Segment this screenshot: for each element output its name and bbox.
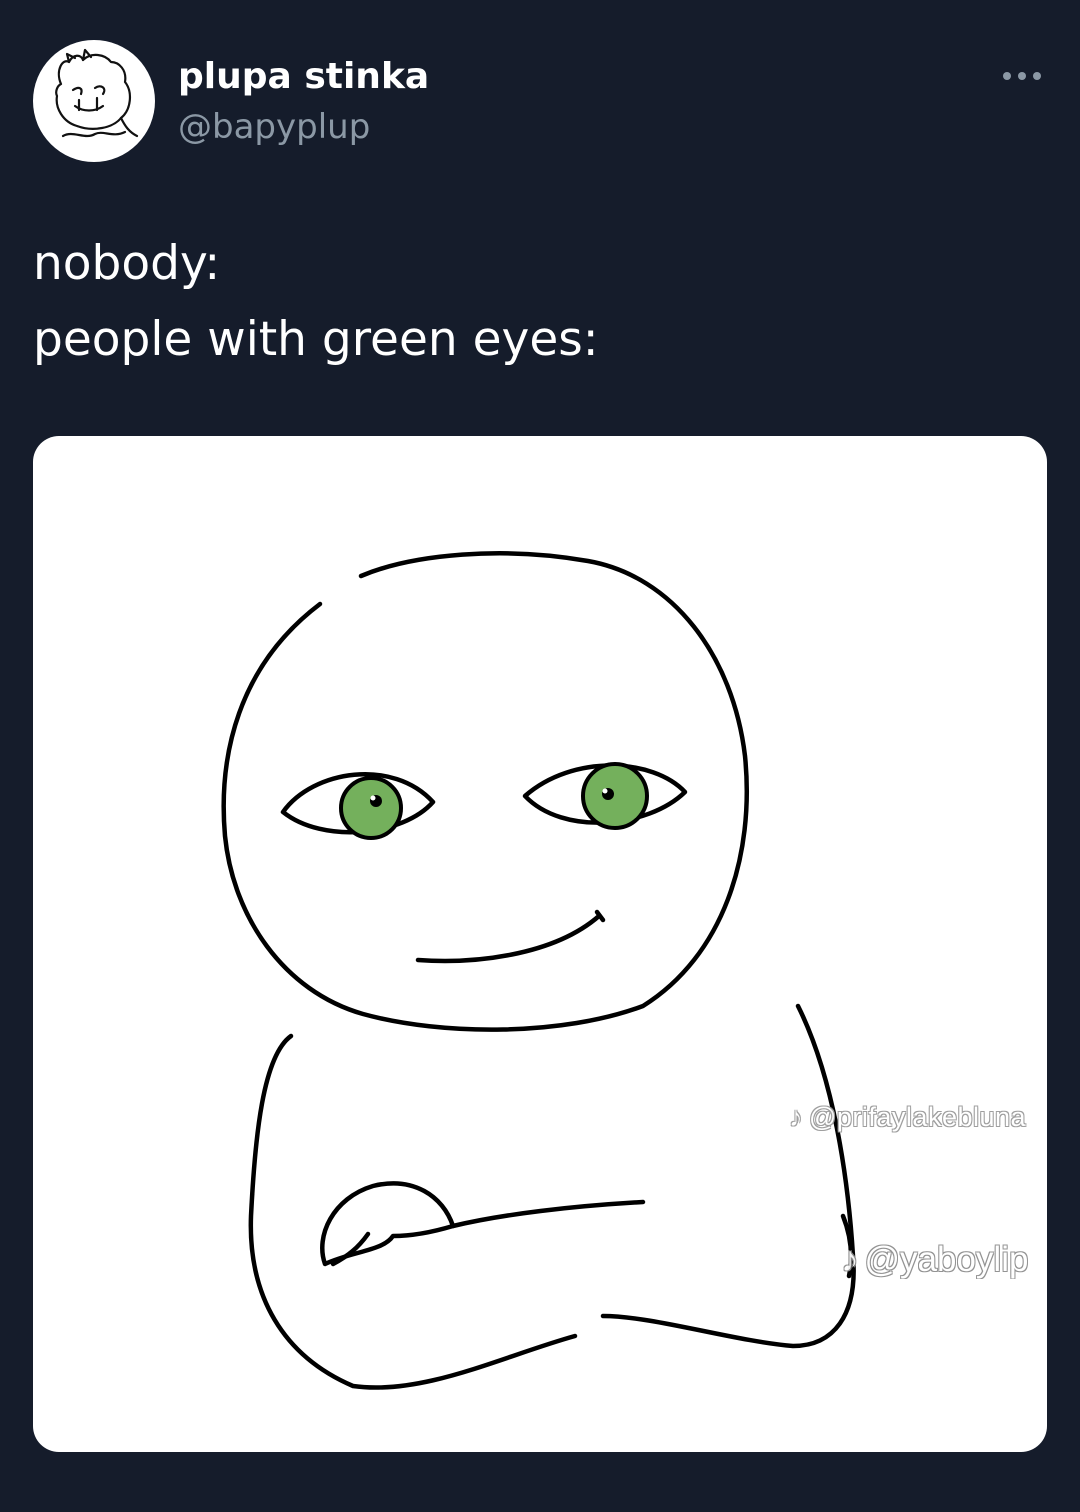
more-options-button[interactable] [996,60,1048,92]
tweet-line: people with green eyes: [33,312,599,367]
eye-left [339,776,403,840]
avatar-drawing-image [55,48,139,138]
watermark-2: ♪ @yaboylip [841,1240,1029,1279]
smile [415,913,602,964]
arm [450,1199,646,1229]
tweet: plupa stinka @bapyplup nobody: people wi… [0,0,1080,1512]
body-right [600,1003,856,1349]
watermark-1: ♪ @prifaylakebluna [789,1102,1027,1132]
author-name[interactable]: plupa stinka [178,56,429,97]
avatar[interactable] [33,40,155,162]
tweet-line: nobody: [33,236,221,291]
tweet-text: nobody: people with green eyes: [33,226,599,378]
hand [320,1181,456,1267]
tiktok-icon: ♪ [841,1240,859,1279]
tweet-image[interactable]: ♪ @prifaylakebluna ♪ @yaboylip [33,436,1047,1452]
more-horizontal-icon [1003,72,1041,80]
author-handle[interactable]: @bapyplup [178,107,370,147]
tiktok-icon: ♪ [789,1102,803,1132]
meme-drawing-image [221,551,856,1390]
eye-right [581,762,649,830]
